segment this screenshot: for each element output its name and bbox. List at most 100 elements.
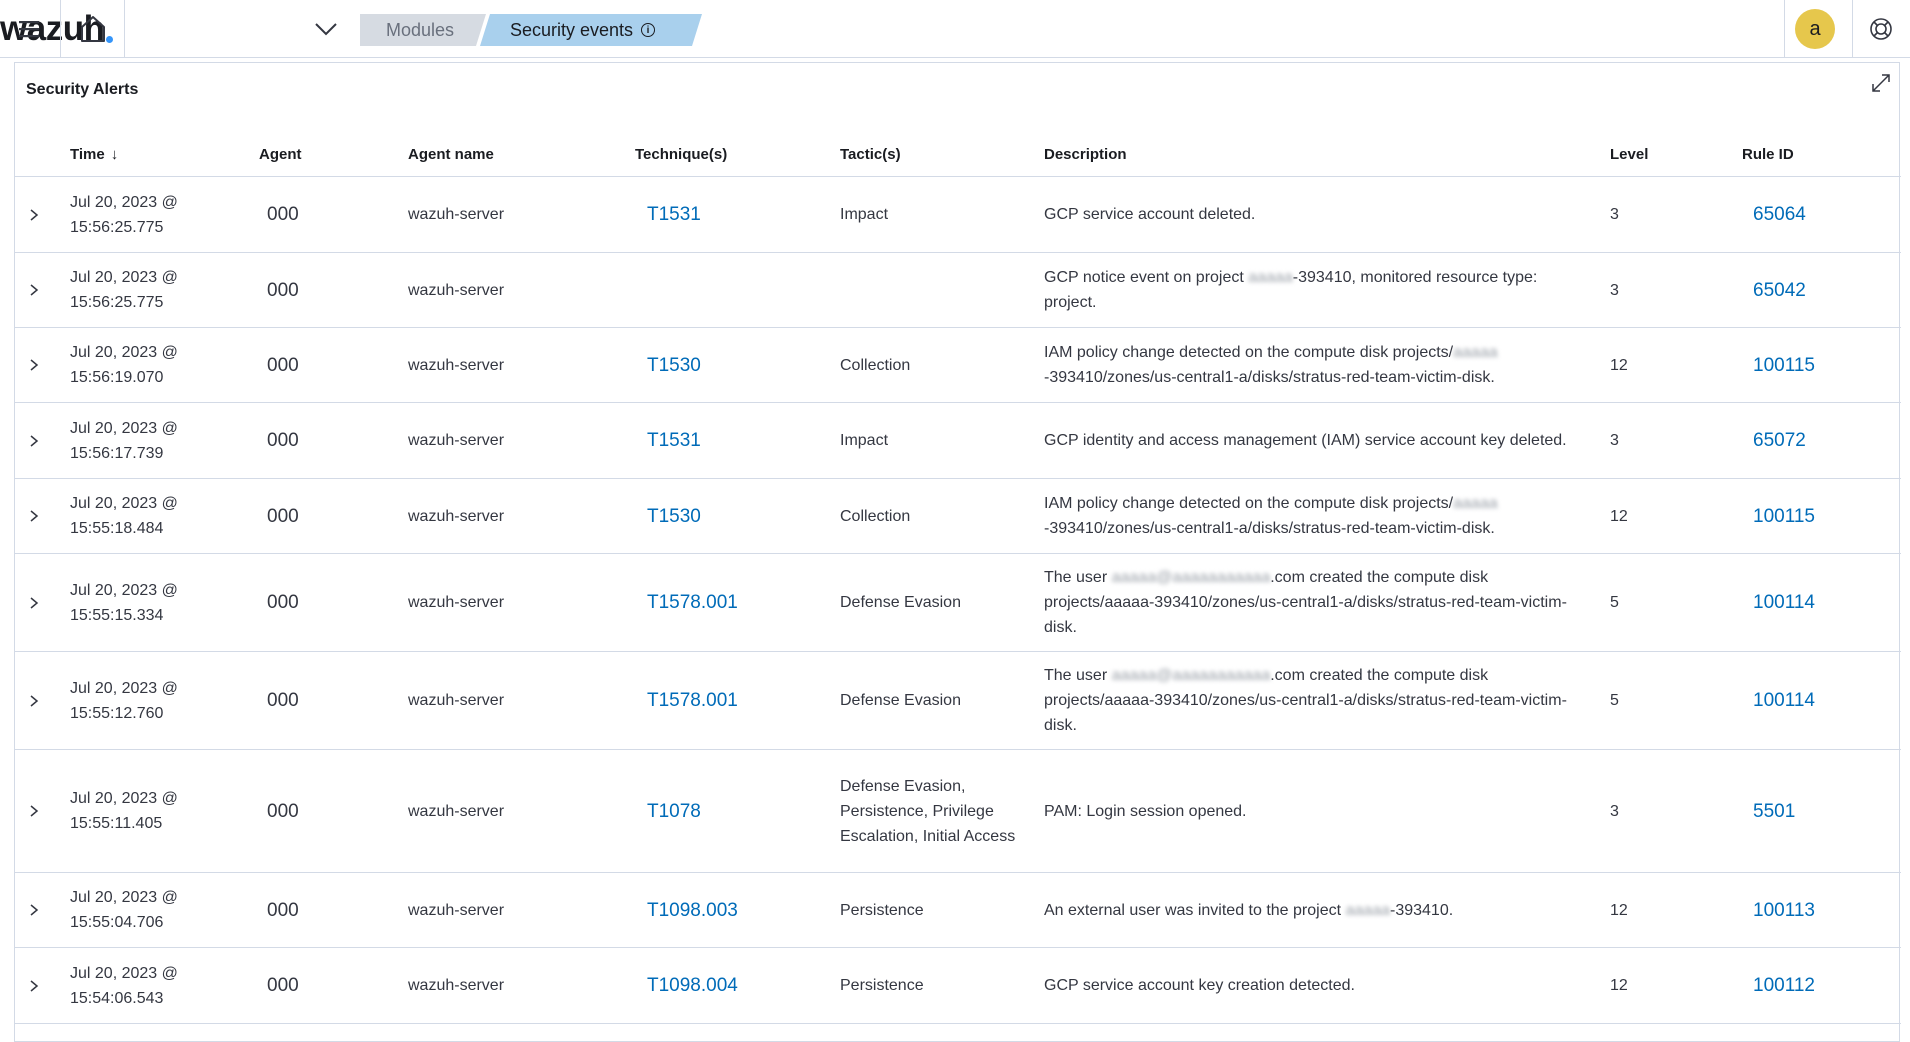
cell-time: Jul 20, 2023 @ 15:55:12.760 — [70, 652, 220, 749]
sort-descending-icon[interactable]: ↓ — [111, 133, 119, 177]
table-row[interactable]: Jul 20, 2023 @ 15:55:18.484 000 wazuh-serve… — [15, 479, 1901, 554]
hamburger-icon[interactable] — [0, 0, 58, 58]
cell-rule-id-link[interactable]: 100114 — [1753, 554, 1853, 651]
column-header-time[interactable]: Time ↓ — [70, 133, 118, 177]
cell-agent[interactable]: 000 — [267, 253, 347, 327]
cell-agent-name: wazuh-server — [408, 692, 505, 709]
description-text: GCP service account key creation detecte… — [1044, 977, 1355, 994]
cell-level: 3 — [1610, 281, 1619, 299]
cell-level: 12 — [1610, 507, 1628, 525]
wazuh-logo[interactable]: wazuh — [0, 0, 1910, 58]
cell-description: The user aaaaa@aaaaaaaaaaa.com created t… — [1044, 554, 1574, 651]
redacted-text: aaaaa — [1453, 344, 1498, 361]
table-row[interactable]: Jul 20, 2023 @ 15:56:17.739 000 wazuh-serve… — [15, 403, 1901, 479]
cell-description: IAM policy change detected on the comput… — [1044, 479, 1574, 553]
breadcrumb-security-events-label: Security events — [510, 19, 634, 40]
avatar[interactable]: a — [1795, 9, 1835, 49]
column-header-description[interactable]: Description — [1044, 133, 1127, 177]
cell-description: GCP service account key creation detecte… — [1044, 948, 1574, 1023]
cell-time-date: Jul 20, 2023 @ — [70, 419, 178, 437]
cell-agent[interactable]: 000 — [267, 948, 347, 1023]
expand-row-chevron-right-icon[interactable] — [21, 873, 47, 947]
column-header-techniques[interactable]: Technique(s) — [635, 133, 727, 177]
table-row[interactable]: Jul 20, 2023 @ 15:55:15.334 000 wazuh-serve… — [15, 554, 1901, 652]
expand-row-chevron-right-icon[interactable] — [21, 948, 47, 1023]
column-header-agent-name[interactable]: Agent name — [408, 133, 494, 177]
cell-technique-link[interactable]: T1078 — [647, 750, 817, 872]
cell-agent[interactable]: 000 — [267, 652, 347, 749]
table-row[interactable]: Jul 20, 2023 @ 15:56:25.775 000 wazuh-serve… — [15, 177, 1901, 253]
expand-row-chevron-right-icon[interactable] — [21, 328, 47, 402]
info-icon[interactable]: i — [641, 23, 655, 37]
help-lifebuoy-icon[interactable] — [1852, 0, 1910, 58]
cell-technique-link[interactable]: T1530 — [647, 479, 817, 553]
cell-technique-link[interactable]: T1531 — [647, 403, 817, 478]
redacted-text: aaaaa — [1453, 495, 1498, 512]
cell-rule-id-link[interactable]: 100115 — [1753, 328, 1853, 402]
expand-row-chevron-right-icon[interactable] — [21, 652, 47, 749]
cell-agent[interactable]: 000 — [267, 554, 347, 651]
column-header-tactics[interactable]: Tactic(s) — [840, 133, 901, 177]
description-text: GCP notice event on project — [1044, 269, 1249, 286]
cell-agent-name: wazuh-server — [408, 281, 505, 299]
cell-rule-id-link[interactable]: 5501 — [1753, 750, 1853, 872]
cell-time-date: Jul 20, 2023 @ — [70, 790, 178, 807]
expand-row-chevron-right-icon[interactable] — [21, 750, 47, 872]
cell-technique-link[interactable]: T1098.004 — [647, 948, 817, 1023]
cell-rule-id-link[interactable]: 100114 — [1753, 652, 1853, 749]
column-header-level[interactable]: Level — [1610, 133, 1648, 177]
cell-rule-id-link[interactable]: 100113 — [1753, 873, 1853, 947]
table-row[interactable]: Jul 20, 2023 @ 15:55:11.405 000 wazuh-serve… — [15, 750, 1901, 873]
cell-technique-link[interactable]: T1578.001 — [647, 652, 817, 749]
cell-description: GCP service account deleted. — [1044, 177, 1574, 252]
cell-agent-name: wazuh-server — [408, 802, 505, 820]
expand-row-chevron-right-icon[interactable] — [21, 403, 47, 478]
cell-agent[interactable]: 000 — [267, 177, 347, 252]
cell-rule-id-link[interactable]: 65042 — [1753, 253, 1853, 327]
cell-rule-id-link[interactable]: 100115 — [1753, 479, 1853, 553]
cell-technique-link[interactable]: T1530 — [647, 328, 817, 402]
expand-row-chevron-right-icon[interactable] — [21, 554, 47, 651]
cell-agent-name: wazuh-server — [408, 594, 505, 611]
table-row[interactable]: Jul 20, 2023 @ 15:56:19.070 000 wazuh-serve… — [15, 328, 1901, 403]
table-row[interactable]: Jul 20, 2023 @ 15:54:06.543 000 wazuh-serve… — [15, 948, 1901, 1024]
redacted-text: aaaaa@aaaaaaaaaaa — [1111, 667, 1271, 684]
column-header-agent[interactable]: Agent — [259, 133, 302, 177]
cell-level: 5 — [1610, 692, 1619, 709]
cell-description: The user aaaaa@aaaaaaaaaaa.com created t… — [1044, 652, 1574, 749]
cell-tactic — [840, 253, 1020, 327]
user-menu[interactable]: a — [1784, 0, 1846, 58]
top-header: wazuh Modules Security events i a — [0, 0, 1910, 58]
cell-rule-id-link[interactable]: 100112 — [1753, 948, 1853, 1023]
expand-row-chevron-right-icon[interactable] — [21, 177, 47, 252]
expand-row-chevron-right-icon[interactable] — [21, 479, 47, 553]
column-header-rule-id[interactable]: Rule ID — [1742, 133, 1794, 177]
cell-technique-link[interactable]: T1098.003 — [647, 873, 817, 947]
cell-agent[interactable]: 000 — [267, 750, 347, 872]
cell-tactic: Defense Evasion — [840, 594, 961, 611]
breadcrumb: Modules Security events i — [360, 14, 702, 46]
breadcrumb-security-events[interactable]: Security events i — [480, 14, 702, 46]
cell-rule-id-link[interactable]: 65072 — [1753, 403, 1853, 478]
description-text: -393410/zones/us-central1-a/disks/stratu… — [1044, 369, 1495, 386]
table-row[interactable]: Jul 20, 2023 @ 15:55:04.706 000 wazuh-serve… — [15, 873, 1901, 948]
cell-agent[interactable]: 000 — [267, 479, 347, 553]
cell-technique-link[interactable] — [647, 253, 817, 327]
fullscreen-icon[interactable] — [1869, 71, 1893, 95]
chevron-down-icon[interactable] — [306, 0, 346, 58]
cell-rule-id-link[interactable]: 65064 — [1753, 177, 1853, 252]
cell-agent-name: wazuh-server — [408, 901, 505, 919]
home-icon[interactable] — [62, 0, 124, 58]
cell-agent[interactable]: 000 — [267, 403, 347, 478]
breadcrumb-modules[interactable]: Modules — [360, 14, 486, 46]
cell-agent[interactable]: 000 — [267, 873, 347, 947]
cell-technique-link[interactable]: T1578.001 — [647, 554, 817, 651]
cell-agent[interactable]: 000 — [267, 328, 347, 402]
expand-row-chevron-right-icon[interactable] — [21, 253, 47, 327]
cell-time-date: Jul 20, 2023 @ — [70, 889, 178, 906]
table-row[interactable]: Jul 20, 2023 @ 15:55:12.760 000 wazuh-serve… — [15, 652, 1901, 750]
cell-technique-link[interactable]: T1531 — [647, 177, 817, 252]
cell-description: GCP notice event on project aaaaa-393410… — [1044, 253, 1574, 327]
table-row[interactable]: Jul 20, 2023 @ 15:56:25.775 000 wazuh-serve… — [15, 253, 1901, 328]
cell-tactic: Collection — [840, 356, 911, 374]
